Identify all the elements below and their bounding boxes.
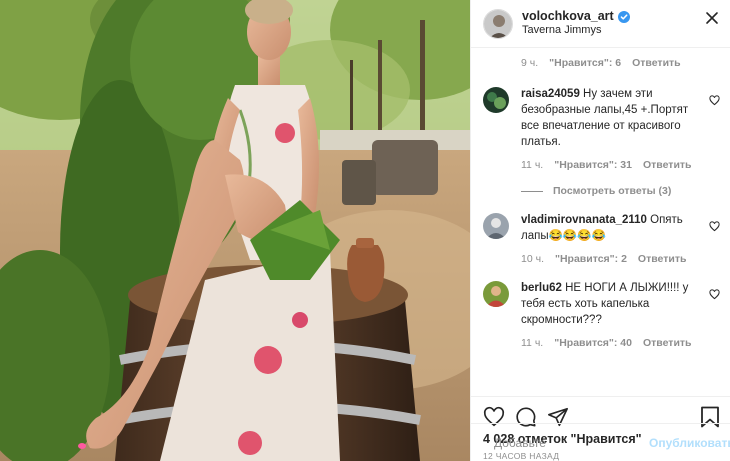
post-image: [0, 0, 470, 461]
author-info: volochkova_art Taverna Jimmys: [522, 9, 720, 38]
replies-divider: [521, 190, 543, 192]
comment-likes[interactable]: "Нравится": 40: [554, 337, 632, 349]
comment-item: raisa24059 Ну зачем эти безобразные лапы…: [483, 87, 720, 197]
comment-meta: 10 ч. "Нравится": 2 Ответить: [521, 253, 706, 265]
like-comment-heart-icon[interactable]: [709, 95, 720, 106]
comment-text: vladimirovnanata_2110 Опять лапы😂😂😂😂: [521, 213, 706, 245]
author-username[interactable]: volochkova_art: [522, 9, 614, 25]
avatar-image: [483, 213, 509, 240]
comment-time[interactable]: 10 ч.: [521, 253, 544, 265]
comment-meta: 11 ч. "Нравится": 40 Ответить: [521, 337, 706, 349]
commenter-avatar[interactable]: [483, 87, 509, 113]
reply-button[interactable]: Ответить: [643, 159, 692, 171]
comment-username[interactable]: vladimirovnanata_2110: [521, 214, 647, 226]
comments-list[interactable]: 9 ч. "Нравится": 6 Ответить raisa24059 Н…: [471, 48, 730, 396]
comment-likes[interactable]: "Нравится": 2: [555, 253, 627, 265]
view-replies-label: Посмотреть ответы (3): [553, 185, 672, 198]
reply-button[interactable]: Ответить: [638, 253, 687, 265]
post-modal: volochkova_art Taverna Jimmys 9 ч. "Нрав…: [0, 0, 730, 461]
comment-meta: 9 ч. "Нравится": 6 Ответить: [483, 57, 720, 69]
comment-text: berlu62 НЕ НОГИ А ЛЫЖИ!!!! у тебя есть х…: [521, 281, 706, 329]
comment-body: berlu62 НЕ НОГИ А ЛЫЖИ!!!! у тебя есть х…: [521, 281, 720, 349]
comment-time[interactable]: 11 ч.: [521, 159, 543, 171]
comment-body: vladimirovnanata_2110 Опять лапы😂😂😂😂 10 …: [521, 213, 720, 265]
commenter-avatar[interactable]: [483, 281, 509, 308]
comment-time[interactable]: 11 ч.: [521, 337, 543, 349]
view-replies-button[interactable]: Посмотреть ответы (3): [521, 185, 706, 197]
comment-likes[interactable]: "Нравится": 6: [549, 57, 621, 69]
add-comment-bar: Опубликовать: [471, 423, 730, 461]
like-comment-heart-icon[interactable]: [709, 221, 720, 232]
comment-meta: 11 ч. "Нравится": 31 Ответить: [521, 159, 706, 171]
comment-item: vladimirovnanata_2110 Опять лапы😂😂😂😂 10 …: [483, 213, 720, 265]
reply-button[interactable]: Ответить: [643, 337, 692, 349]
avatar-image: [483, 281, 509, 308]
post-header: volochkova_art Taverna Jimmys: [471, 0, 730, 48]
comment-text: raisa24059 Ну зачем эти безобразные лапы…: [521, 87, 706, 150]
comment-time[interactable]: 9 ч.: [521, 57, 538, 69]
like-comment-heart-icon[interactable]: [709, 289, 720, 300]
comment-username[interactable]: berlu62: [521, 282, 562, 294]
reply-button[interactable]: Ответить: [632, 57, 681, 69]
comment-username[interactable]: raisa24059: [521, 88, 580, 100]
close-icon[interactable]: [704, 10, 720, 26]
verified-badge-icon: [617, 10, 630, 23]
comment-body: raisa24059 Ну зачем эти безобразные лапы…: [521, 87, 720, 197]
comment-input[interactable]: [494, 435, 649, 450]
author-avatar[interactable]: [483, 8, 513, 39]
comment-item: berlu62 НЕ НОГИ А ЛЫЖИ!!!! у тебя есть х…: [483, 281, 720, 349]
comment-likes[interactable]: "Нравится": 31: [554, 159, 632, 171]
publish-button[interactable]: Опубликовать: [649, 436, 730, 450]
post-photo[interactable]: [0, 0, 470, 461]
commenter-avatar[interactable]: [483, 213, 509, 240]
author-username-row: volochkova_art: [522, 9, 720, 25]
avatar-image: [484, 9, 512, 38]
post-sidebar: volochkova_art Taverna Jimmys 9 ч. "Нрав…: [470, 0, 730, 461]
post-location[interactable]: Taverna Jimmys: [522, 24, 720, 38]
avatar-image: [483, 87, 509, 113]
